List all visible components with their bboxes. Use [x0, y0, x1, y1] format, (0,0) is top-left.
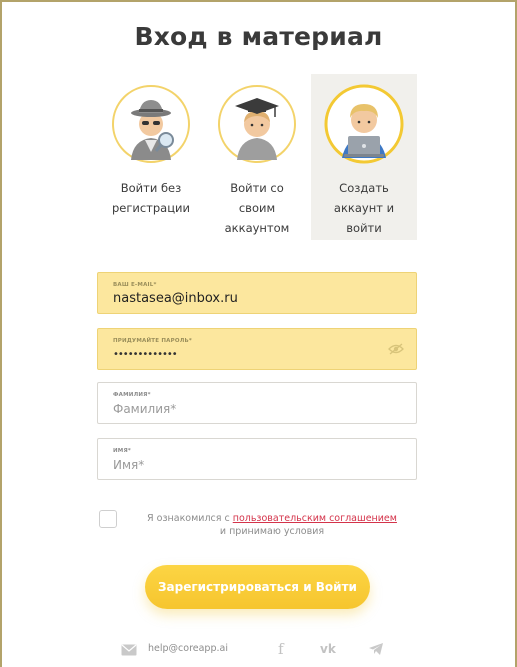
vk-icon[interactable]: vk	[320, 642, 336, 656]
surname-placeholder: Фамилия*	[113, 402, 177, 416]
telegram-icon[interactable]	[368, 642, 384, 656]
name-label: ИМЯ*	[113, 448, 131, 454]
option-guest[interactable]: Войти без регистрации	[98, 74, 204, 240]
laptop-user-avatar-icon	[324, 84, 404, 164]
user-agreement-link[interactable]: пользовательским соглашением	[233, 513, 397, 524]
surname-label: ФАМИЛИЯ*	[113, 392, 151, 398]
footer: help@coreapp.ai f vk	[0, 640, 517, 660]
name-field[interactable]: ИМЯ* Имя*	[97, 438, 417, 480]
option-existing-account[interactable]: Войти со своим аккаунтом	[204, 74, 310, 240]
email-field[interactable]: ВАШ E-MAIL* nastasea@inbox.ru	[97, 272, 417, 314]
option-existing-account-label: Войти со своим аккаунтом	[224, 181, 290, 235]
password-field[interactable]: ПРИДУМАЙТЕ ПАРОЛЬ* •••••••••••••	[97, 328, 417, 370]
mail-icon	[121, 644, 137, 656]
password-label: ПРИДУМАЙТЕ ПАРОЛЬ*	[113, 338, 192, 344]
facebook-icon[interactable]: f	[278, 640, 284, 658]
spy-avatar-icon	[111, 84, 191, 164]
option-create-account[interactable]: Создать аккаунт и войти	[311, 74, 417, 240]
agreement-prefix: Я ознакомился с	[147, 513, 233, 524]
agreement-text: Я ознакомился с пользовательским соглаше…	[127, 512, 417, 538]
email-value: nastasea@inbox.ru	[113, 291, 238, 306]
option-guest-label: Войти без регистрации	[111, 181, 191, 215]
graduate-avatar-icon	[217, 84, 297, 164]
eye-off-icon[interactable]	[388, 343, 404, 355]
login-options: Войти без регистрации Войти со своим акк…	[0, 74, 517, 240]
agreement-suffix: и принимаю условия	[219, 526, 325, 537]
support-email-link[interactable]: help@coreapp.ai	[148, 643, 228, 654]
email-label: ВАШ E-MAIL*	[113, 282, 157, 288]
name-placeholder: Имя*	[113, 458, 145, 472]
option-create-account-label: Создать аккаунт и войти	[333, 181, 395, 235]
register-and-login-button[interactable]: Зарегистрироваться и Войти	[145, 565, 370, 609]
password-value: •••••••••••••	[113, 349, 178, 360]
agreement-row: Я ознакомился с пользовательским соглаше…	[97, 508, 417, 548]
agreement-checkbox[interactable]	[99, 510, 117, 528]
page-title: Вход в материал	[134, 22, 383, 51]
surname-field[interactable]: ФАМИЛИЯ* Фамилия*	[97, 382, 417, 424]
